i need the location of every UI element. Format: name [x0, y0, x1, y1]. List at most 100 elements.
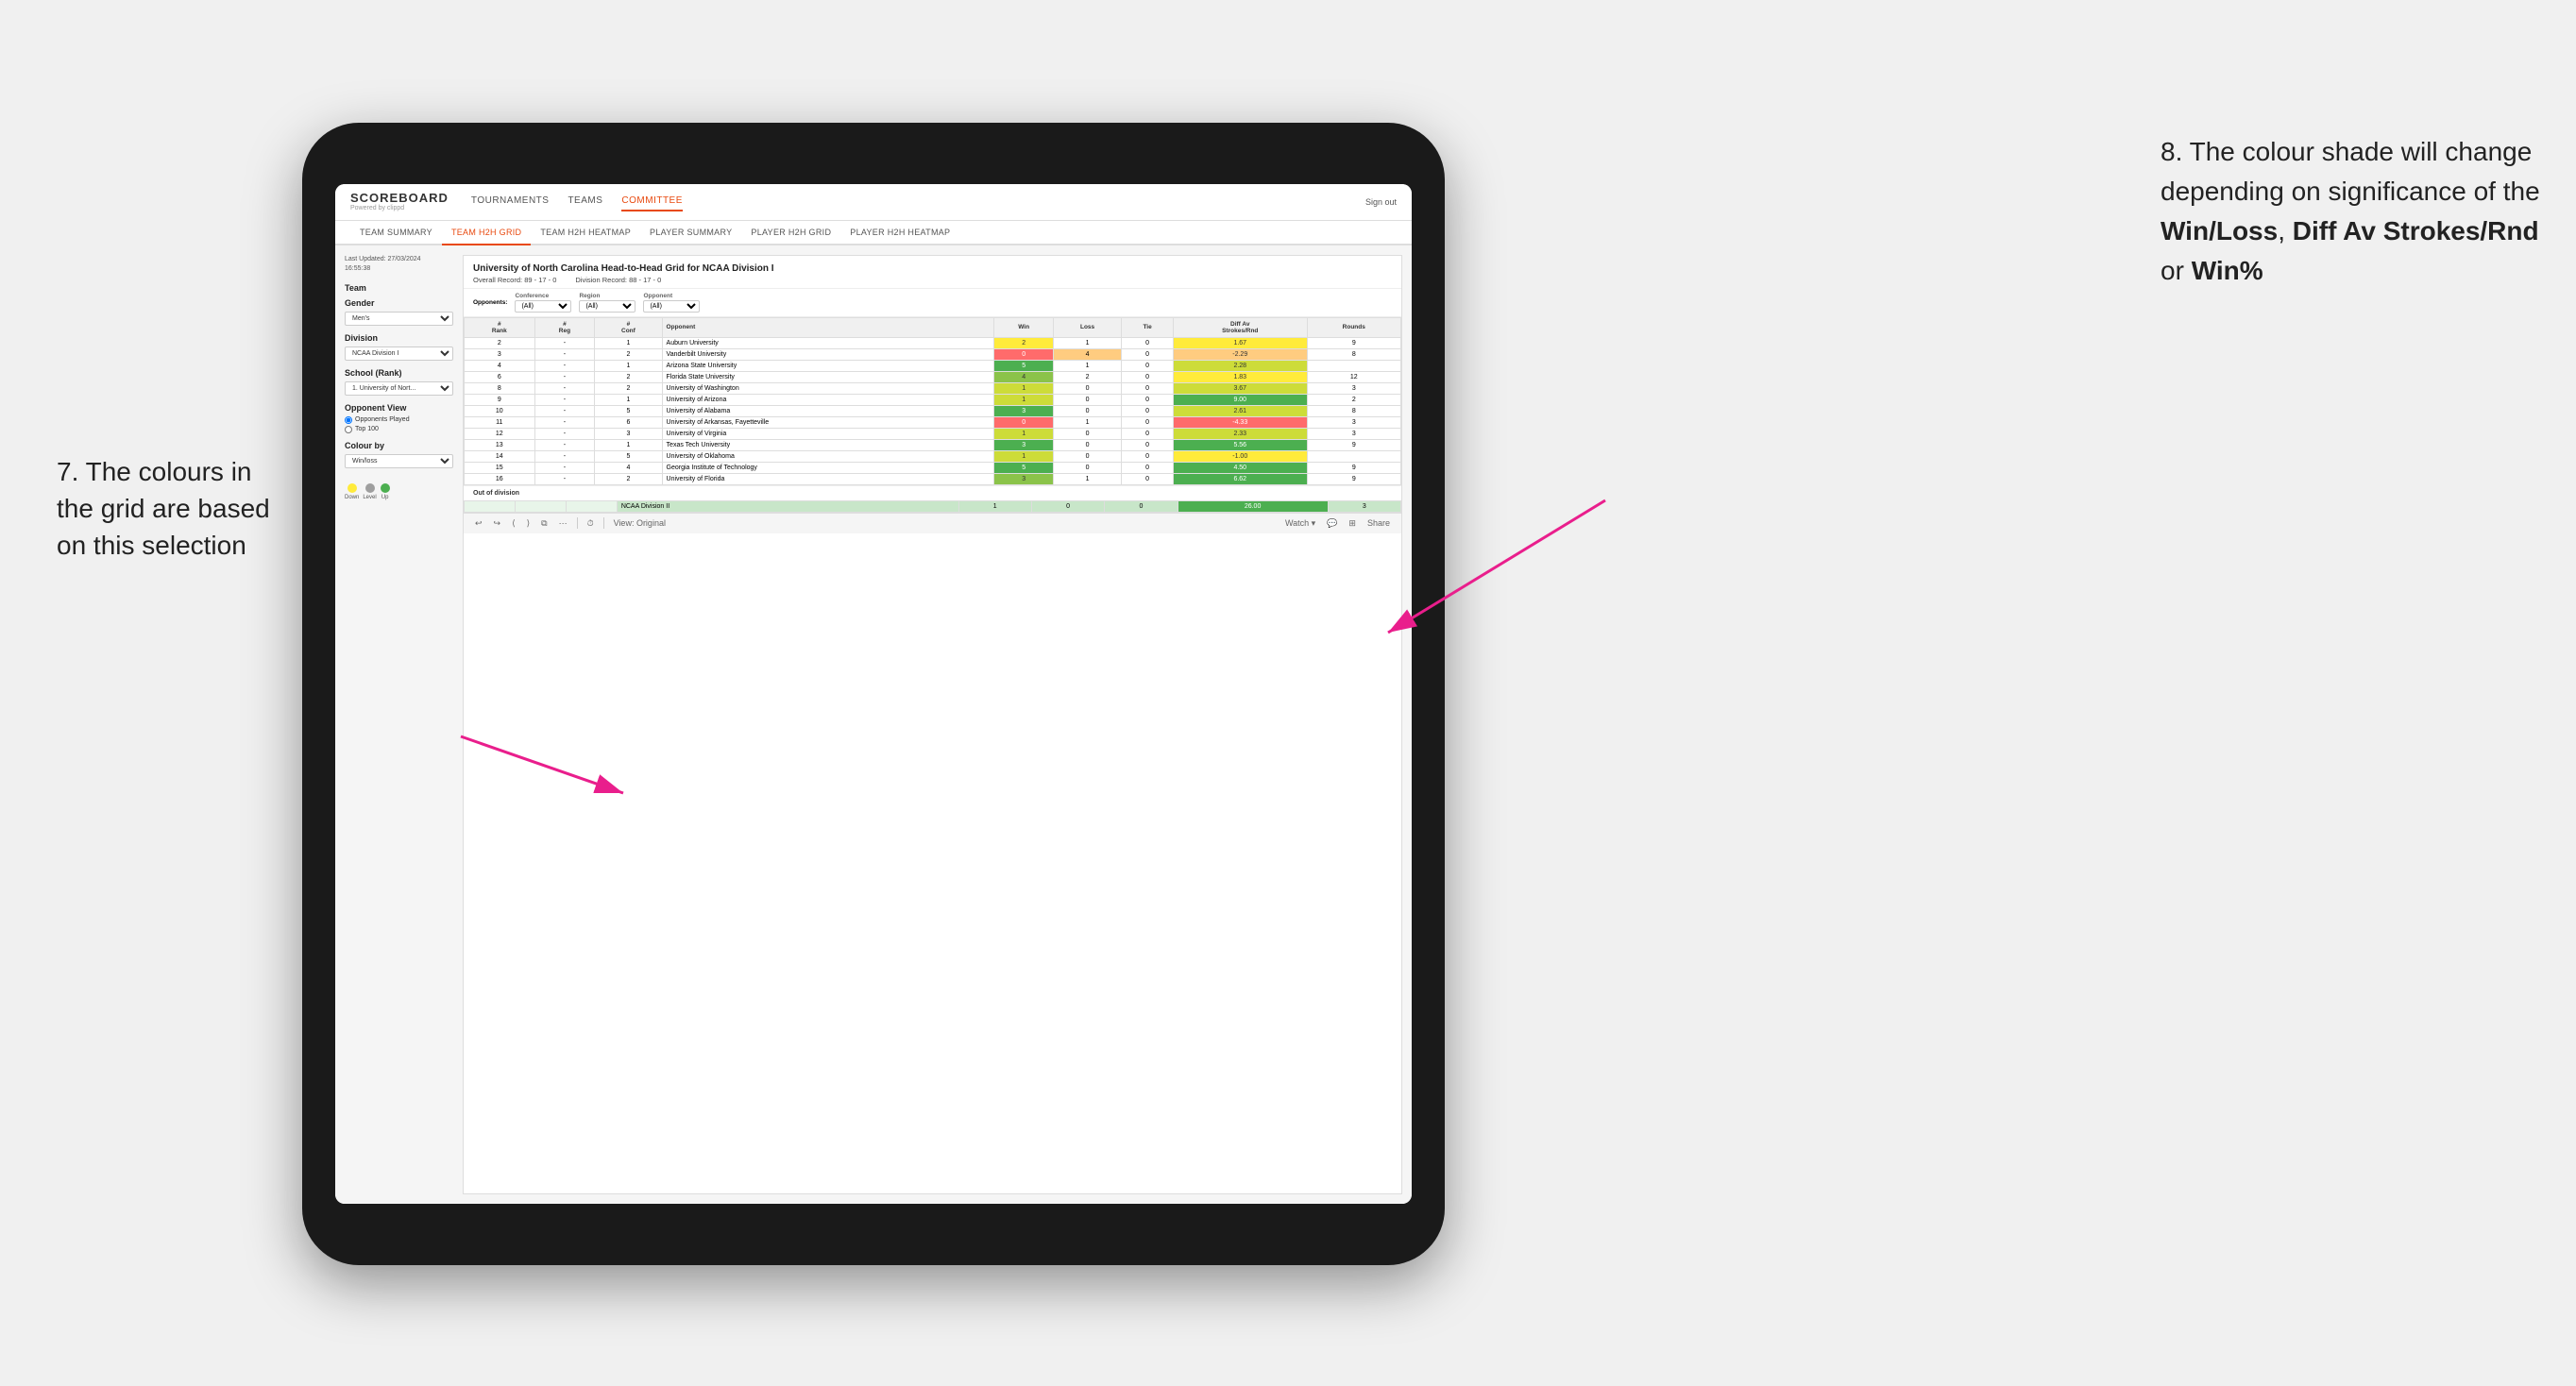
radio-top100[interactable]: Top 100 [345, 426, 453, 433]
cell-diff: -1.00 [1173, 450, 1307, 462]
grid-subtitle: Overall Record: 89 - 17 - 0 Division Rec… [473, 276, 1392, 284]
cell-tie: 0 [1122, 416, 1174, 428]
cell-opponent: Vanderbilt University [662, 348, 994, 360]
school-select[interactable]: 1. University of Nort... [345, 381, 453, 396]
nav-teams[interactable]: TEAMS [568, 192, 602, 211]
out-of-division-label: Out of division [464, 485, 1401, 500]
gender-select[interactable]: Men's [345, 312, 453, 326]
opponent-select[interactable]: (All) [643, 300, 700, 313]
tab-player-h2h-heatmap[interactable]: PLAYER H2H HEATMAP [840, 221, 959, 244]
region-select[interactable]: (All) [579, 300, 636, 313]
colour-by-select[interactable]: Win/loss [345, 454, 453, 468]
table-row: 15 - 4 Georgia Institute of Technology 5… [465, 462, 1401, 473]
legend-up-label: Up [381, 495, 389, 500]
ood-win: 1 [958, 500, 1031, 512]
cell-opponent: University of Alabama [662, 405, 994, 416]
cell-reg: - [534, 382, 595, 394]
share-btn[interactable]: Share [1365, 517, 1392, 529]
legend-level-dot [365, 483, 375, 493]
cell-rounds: 12 [1307, 371, 1400, 382]
watch-btn[interactable]: Watch ▾ [1283, 517, 1317, 530]
conference-select[interactable]: (All) [515, 300, 571, 313]
cell-rank: 11 [465, 416, 535, 428]
table-row: 14 - 5 University of Oklahoma 1 0 0 -1.0… [465, 450, 1401, 462]
cell-win: 0 [994, 416, 1053, 428]
cell-win: 3 [994, 439, 1053, 450]
cell-tie: 0 [1122, 394, 1174, 405]
cell-tie: 0 [1122, 337, 1174, 348]
cell-loss: 0 [1053, 462, 1121, 473]
conference-filter: Conference (All) [515, 293, 571, 313]
tab-team-h2h-heatmap[interactable]: TEAM H2H HEATMAP [531, 221, 640, 244]
redo-btn[interactable]: ↪ [492, 517, 503, 530]
cell-loss: 0 [1053, 405, 1121, 416]
cell-opponent: Texas Tech University [662, 439, 994, 450]
school-label: School (Rank) [345, 368, 453, 378]
toolbar-divider [577, 517, 578, 529]
cell-reg: - [534, 439, 595, 450]
cell-opponent: University of Florida [662, 473, 994, 484]
table-row: 16 - 2 University of Florida 3 1 0 6.62 … [465, 473, 1401, 484]
ood-diff: 26.00 [1178, 500, 1328, 512]
cell-reg: - [534, 405, 595, 416]
cell-diff: 6.62 [1173, 473, 1307, 484]
back-btn[interactable]: ⟨ [510, 517, 517, 530]
cell-tie: 0 [1122, 405, 1174, 416]
cell-rounds: 8 [1307, 348, 1400, 360]
table-row: 11 - 6 University of Arkansas, Fayettevi… [465, 416, 1401, 428]
view-btn[interactable]: View: Original [612, 517, 668, 529]
grid-btn[interactable]: ⊞ [1347, 517, 1358, 530]
cell-diff: -4.33 [1173, 416, 1307, 428]
copy-btn[interactable]: ⧉ [539, 517, 549, 530]
cell-diff: 1.67 [1173, 337, 1307, 348]
more-btn[interactable]: ⋯ [557, 517, 569, 530]
cell-opponent: University of Arizona [662, 394, 994, 405]
cell-loss: 2 [1053, 371, 1121, 382]
cell-win: 3 [994, 473, 1053, 484]
cell-loss: 4 [1053, 348, 1121, 360]
cell-win: 3 [994, 405, 1053, 416]
legend-up-dot [381, 483, 390, 493]
legend-up: Up [381, 483, 390, 500]
division-select[interactable]: NCAA Division I [345, 346, 453, 361]
col-opponent: Opponent [662, 317, 994, 337]
col-loss: Loss [1053, 317, 1121, 337]
cell-reg: - [534, 428, 595, 439]
ood-loss: 0 [1031, 500, 1104, 512]
cell-loss: 1 [1053, 360, 1121, 371]
left-panel: Last Updated: 27/03/2024 16:55:38 Team G… [345, 255, 453, 1194]
cell-loss: 0 [1053, 439, 1121, 450]
cell-rank: 15 [465, 462, 535, 473]
cell-rank: 3 [465, 348, 535, 360]
cell-diff: 5.56 [1173, 439, 1307, 450]
cell-conf: 1 [595, 360, 662, 371]
undo-btn[interactable]: ↩ [473, 517, 484, 530]
tab-team-summary[interactable]: TEAM SUMMARY [350, 221, 442, 244]
nav-tournaments[interactable]: TOURNAMENTS [471, 192, 550, 211]
ood-conf [566, 500, 617, 512]
tablet-frame: SCOREBOARD Powered by clippd TOURNAMENTS… [302, 123, 1445, 1265]
cell-rank: 14 [465, 450, 535, 462]
sign-out[interactable]: Sign out [1365, 197, 1397, 207]
cell-reg: - [534, 416, 595, 428]
nav-committee[interactable]: COMMITTEE [621, 192, 683, 211]
tab-player-summary[interactable]: PLAYER SUMMARY [640, 221, 741, 244]
cell-rank: 12 [465, 428, 535, 439]
forward-btn[interactable]: ⟩ [525, 517, 533, 530]
gender-label: Gender [345, 298, 453, 308]
tab-player-h2h-grid[interactable]: PLAYER H2H GRID [741, 221, 840, 244]
tab-team-h2h-grid[interactable]: TEAM H2H GRID [442, 221, 531, 245]
data-table: #Rank #Reg #Conf Opponent Win Loss Tie D… [464, 317, 1401, 485]
legend-down: Down [345, 483, 359, 500]
radio-opponents-played[interactable]: Opponents Played [345, 416, 453, 424]
cell-tie: 0 [1122, 428, 1174, 439]
comment-btn[interactable]: 💬 [1325, 517, 1339, 530]
out-of-division-table: NCAA Division II 1 0 0 26.00 3 [464, 500, 1401, 513]
grid-header: University of North Carolina Head-to-Hea… [464, 256, 1401, 289]
cell-opponent: University of Virginia [662, 428, 994, 439]
cell-tie: 0 [1122, 348, 1174, 360]
ood-rank [465, 500, 516, 512]
col-rank: #Rank [465, 317, 535, 337]
cell-loss: 0 [1053, 394, 1121, 405]
clock-btn[interactable]: ⏱ [585, 517, 596, 530]
